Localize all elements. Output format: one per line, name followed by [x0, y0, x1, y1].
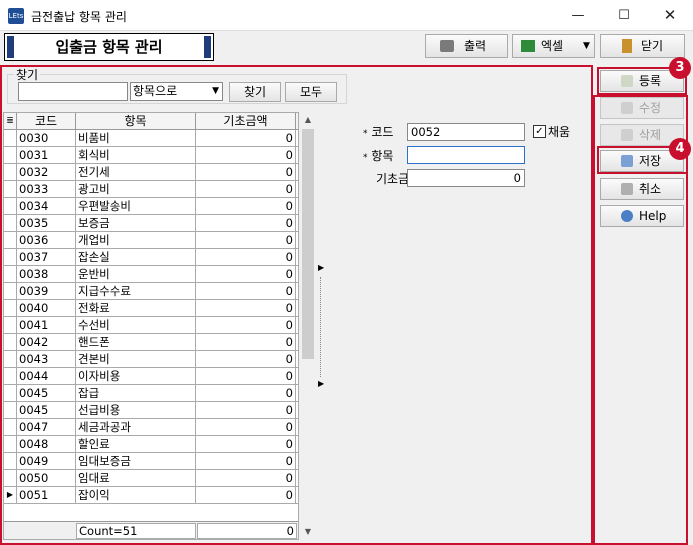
- step-badge-3: 3: [669, 57, 691, 79]
- window-title: 금전출납 항목 관리: [31, 10, 127, 24]
- chevron-down-icon[interactable]: ▼: [583, 35, 590, 57]
- app-icon: LEts: [8, 8, 24, 24]
- printer-icon: [440, 40, 454, 52]
- excel-icon: [521, 40, 535, 52]
- step-badge-4: 4: [669, 138, 691, 160]
- excel-label: 엑셀: [541, 39, 564, 53]
- close-button[interactable]: 닫기: [600, 34, 685, 58]
- page-heading: 입출금 항목 관리: [4, 33, 214, 61]
- door-icon: [622, 39, 632, 53]
- close-label: 닫기: [641, 39, 664, 53]
- page-title: 입출금 항목 관리: [7, 36, 211, 58]
- minimize-button[interactable]: —: [555, 0, 601, 31]
- maximize-button[interactable]: ☐: [601, 0, 647, 31]
- close-window-button[interactable]: ✕: [647, 0, 693, 31]
- print-label: 출력: [464, 39, 487, 53]
- window-title-bar: LEts 금전출납 항목 관리 — ☐ ✕: [0, 0, 693, 31]
- excel-button[interactable]: 엑셀 ▼: [512, 34, 595, 58]
- print-button[interactable]: 출력: [425, 34, 508, 58]
- highlight-main-area: [0, 65, 593, 545]
